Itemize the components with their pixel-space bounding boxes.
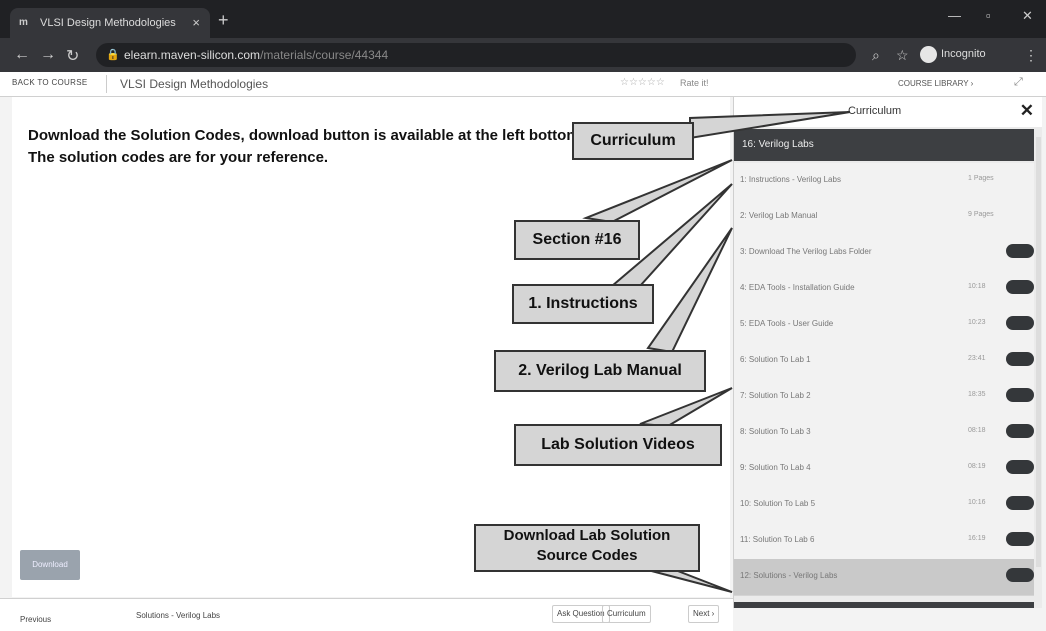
- callout-download-line2: Source Codes: [536, 547, 638, 564]
- callout-lab-manual: 2. Verilog Lab Manual: [494, 350, 706, 392]
- callout-download: Download Lab Solution Source Codes: [474, 524, 700, 572]
- lab-videos-pointer: [639, 387, 733, 428]
- callout-curriculum: Curriculum: [572, 122, 694, 160]
- callout-instructions: 1. Instructions: [512, 284, 654, 324]
- curriculum-pointer: [689, 111, 851, 140]
- callout-section: Section #16: [514, 220, 640, 260]
- section-pointer: [582, 159, 733, 224]
- callout-download-line1: Download Lab Solution: [503, 527, 671, 544]
- callout-lab-videos: Lab Solution Videos: [514, 424, 722, 466]
